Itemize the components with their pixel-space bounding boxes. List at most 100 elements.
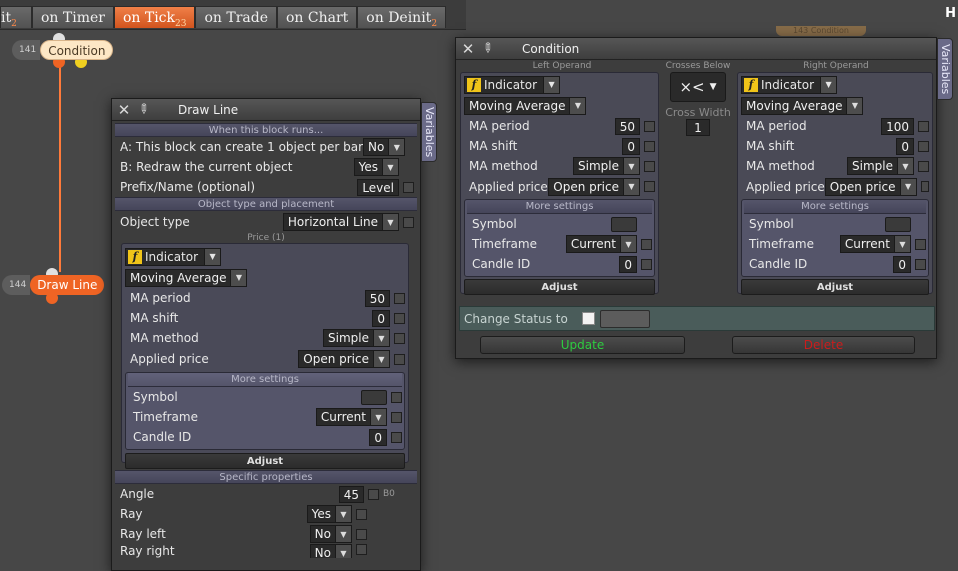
cross-width-input[interactable]: 1: [686, 119, 710, 136]
pin-icon[interactable]: ✎: [130, 96, 156, 122]
indicator-button[interactable]: f Indicator ▼: [125, 247, 222, 266]
applied-price-checkbox[interactable]: [644, 181, 655, 192]
dialog-title: Draw Line: [178, 102, 239, 117]
candle-id-checkbox[interactable]: [641, 258, 652, 270]
angle-checkbox[interactable]: [368, 488, 379, 500]
variables-tab-condition[interactable]: Variables: [937, 38, 953, 100]
indicator-type-select[interactable]: Moving Average ▼: [125, 268, 248, 287]
timeframe-select[interactable]: Current ▼: [565, 235, 637, 253]
select-value: Simple: [328, 331, 369, 345]
create-per-bar-select[interactable]: No ▼: [363, 138, 406, 156]
variables-tab-draw-line[interactable]: Variables: [421, 102, 437, 162]
ma-shift-checkbox[interactable]: [918, 140, 929, 152]
tab-init[interactable]: it2: [0, 6, 32, 28]
applied-price-select[interactable]: Open price ▼: [824, 177, 917, 196]
ray-checkbox[interactable]: [356, 508, 367, 520]
ray-right-checkbox[interactable]: [356, 544, 367, 555]
symbol-input[interactable]: [611, 216, 637, 232]
ma-method-select[interactable]: Simple ▼: [323, 329, 390, 347]
candle-id-input[interactable]: 0: [893, 255, 911, 273]
applied-price-select[interactable]: Open price ▼: [298, 350, 390, 368]
ma-shift-input[interactable]: 0: [622, 137, 640, 155]
ma-shift-checkbox[interactable]: [644, 140, 655, 152]
ma-shift-checkbox[interactable]: [394, 312, 405, 324]
status-color-swatch[interactable]: [599, 309, 650, 328]
ma-method-checkbox[interactable]: [644, 160, 655, 172]
ma-period-input[interactable]: 50: [364, 289, 390, 307]
ma-period-input[interactable]: 100: [881, 117, 914, 135]
timeframe-checkbox[interactable]: [641, 238, 652, 250]
indicator-button[interactable]: f Indicator ▼: [741, 75, 838, 94]
applied-price-select[interactable]: Open price ▼: [548, 177, 640, 196]
close-icon[interactable]: ✕: [460, 40, 476, 58]
row-applied-price: Applied price Open price ▼: [741, 176, 929, 197]
timeframe-select[interactable]: Current ▼: [315, 408, 387, 426]
ma-method-select[interactable]: Simple ▼: [847, 157, 914, 175]
ma-shift-input[interactable]: 0: [896, 137, 914, 155]
row-indicator-type: Moving Average ▼: [125, 267, 405, 288]
row-ma-method: MA method Simple ▼: [125, 328, 405, 348]
ray-select[interactable]: Yes ▼: [306, 505, 352, 523]
applied-price-checkbox[interactable]: [920, 181, 929, 192]
tab-on-chart[interactable]: on Chart: [277, 6, 358, 28]
candle-id-checkbox[interactable]: [915, 258, 926, 270]
tab-on-trade[interactable]: on Trade: [195, 6, 277, 28]
chevron-down-icon: ▼: [382, 214, 398, 230]
row-ma-method: MA method Simple ▼: [464, 156, 655, 176]
adjust-button[interactable]: Adjust: [125, 453, 405, 469]
select-value: Yes: [358, 160, 378, 174]
more-settings-header[interactable]: More settings: [744, 200, 926, 214]
update-button[interactable]: Update: [480, 336, 685, 354]
node-condition[interactable]: 141 Condition: [12, 40, 114, 60]
indicator-button[interactable]: f Indicator ▼: [464, 75, 561, 94]
object-type-checkbox[interactable]: [403, 216, 414, 228]
adjust-button[interactable]: Adjust: [741, 279, 929, 295]
ma-period-checkbox[interactable]: [394, 292, 405, 304]
indicator-type-select[interactable]: Moving Average ▼: [741, 96, 864, 115]
tab-on-deinit[interactable]: on Deinit2: [357, 6, 447, 29]
ray-right-select[interactable]: No ▼: [309, 544, 352, 558]
more-settings-header[interactable]: More settings: [467, 200, 652, 214]
chevron-down-icon: ▼: [373, 351, 389, 367]
ray-left-checkbox[interactable]: [356, 528, 367, 540]
change-status-checkbox[interactable]: [581, 312, 595, 325]
row-ma-method: MA method Simple ▼: [741, 156, 929, 176]
ray-left-select[interactable]: No ▼: [309, 525, 352, 543]
applied-price-checkbox[interactable]: [394, 353, 405, 365]
ma-shift-input[interactable]: 0: [372, 309, 390, 327]
symbol-input[interactable]: [361, 389, 387, 405]
output-port[interactable]: [46, 292, 58, 304]
ma-period-checkbox[interactable]: [918, 120, 929, 132]
ma-method-checkbox[interactable]: [394, 332, 405, 344]
timeframe-checkbox[interactable]: [915, 238, 926, 250]
timeframe-checkbox[interactable]: [391, 411, 402, 423]
tab-on-timer[interactable]: on Timer: [32, 6, 114, 28]
chevron-down-icon: ▼: [373, 330, 389, 346]
ma-method-checkbox[interactable]: [918, 160, 929, 172]
ma-period-checkbox[interactable]: [644, 120, 655, 132]
tab-label: on Deinit: [366, 10, 432, 26]
angle-input[interactable]: 45: [338, 485, 364, 503]
more-settings-header[interactable]: More settings: [128, 373, 402, 387]
symbol-checkbox[interactable]: [391, 391, 402, 403]
object-type-select[interactable]: Horizontal Line ▼: [282, 213, 399, 231]
candle-id-input[interactable]: 0: [619, 255, 637, 273]
candle-id-input[interactable]: 0: [369, 428, 387, 446]
prefix-name-input[interactable]: Level: [357, 178, 399, 196]
prefix-checkbox[interactable]: [403, 181, 414, 193]
dialog-titlebar[interactable]: ✕ ✎ Draw Line: [112, 99, 420, 121]
ma-period-input[interactable]: 50: [614, 117, 640, 135]
ma-method-select[interactable]: Simple ▼: [573, 157, 640, 175]
timeframe-select[interactable]: Current ▼: [839, 235, 911, 253]
tab-on-tick[interactable]: on Tick23: [113, 6, 196, 29]
dialog-titlebar[interactable]: ✕ ✎ Condition: [456, 38, 936, 60]
indicator-type-select[interactable]: Moving Average ▼: [464, 96, 587, 115]
symbol-input[interactable]: [885, 216, 911, 232]
delete-button[interactable]: Delete: [732, 336, 915, 354]
candle-id-checkbox[interactable]: [391, 431, 402, 443]
pin-icon[interactable]: ✎: [474, 35, 500, 61]
close-icon[interactable]: ✕: [116, 101, 132, 119]
adjust-button[interactable]: Adjust: [464, 279, 655, 295]
operator-select[interactable]: ×< ▼: [670, 72, 726, 102]
redraw-select[interactable]: Yes ▼: [353, 158, 399, 176]
